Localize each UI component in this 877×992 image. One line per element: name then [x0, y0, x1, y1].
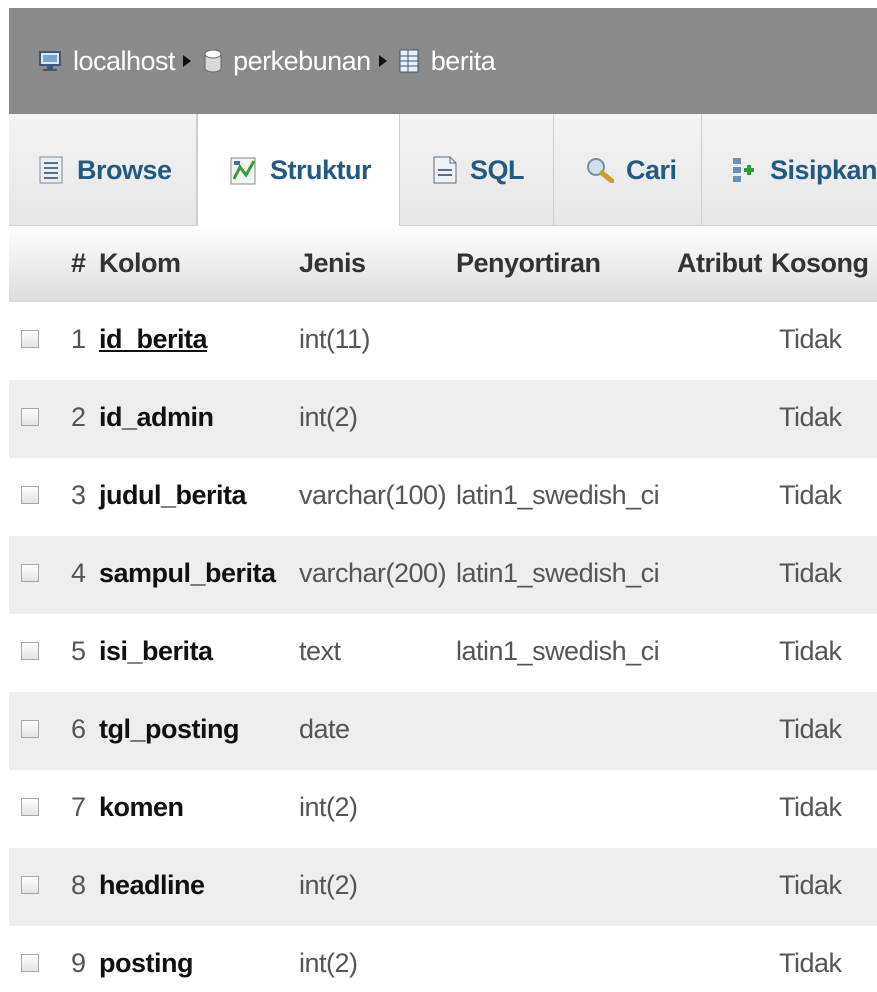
- column-collation: latin1_swedish_ci: [456, 558, 660, 588]
- tab-insert[interactable]: Sisipkan: [702, 114, 877, 226]
- tab-insert-label: Sisipkan: [770, 154, 877, 185]
- database-icon: [203, 49, 223, 73]
- row-number: 1: [71, 324, 86, 354]
- table-row[interactable]: 1 id_berita int(11) Tidak: [9, 302, 877, 380]
- column-collation: latin1_swedish_ci: [456, 636, 660, 666]
- breadcrumb-server-label: localhost: [73, 45, 176, 76]
- column-type: text: [299, 636, 341, 666]
- search-icon: [586, 157, 614, 183]
- breadcrumb-separator-icon: [378, 55, 387, 67]
- server-icon: [39, 50, 63, 72]
- table-row[interactable]: 7 komen int(2) Tidak: [9, 770, 877, 848]
- header-collation[interactable]: Penyortiran: [456, 248, 601, 279]
- row-number: 4: [71, 558, 86, 588]
- column-name-primary-key: id_berita: [99, 324, 208, 354]
- header-null[interactable]: Kosong: [771, 248, 869, 279]
- column-name: posting: [99, 948, 193, 978]
- header-attributes[interactable]: Atribut: [677, 248, 762, 279]
- column-null: Tidak: [779, 558, 842, 588]
- breadcrumb-table[interactable]: berita: [399, 46, 496, 77]
- row-number: 3: [71, 480, 86, 510]
- column-null: Tidak: [779, 714, 842, 744]
- column-type: varchar(200): [299, 558, 447, 588]
- column-name: id_admin: [99, 402, 214, 432]
- table-row[interactable]: 8 headline int(2) Tidak: [9, 848, 877, 926]
- breadcrumb-server[interactable]: localhost: [39, 45, 176, 77]
- column-type: int(2): [299, 792, 358, 822]
- header-num: #: [71, 248, 86, 278]
- column-null: Tidak: [779, 480, 842, 510]
- row-checkbox[interactable]: [21, 954, 39, 972]
- column-type: int(2): [299, 948, 358, 978]
- tab-structure-label: Struktur: [270, 155, 372, 185]
- column-type: int(11): [299, 324, 371, 354]
- table-row[interactable]: 9 posting int(2) Tidak: [9, 926, 877, 992]
- header-column[interactable]: Kolom: [99, 248, 181, 279]
- header-type[interactable]: Jenis: [299, 248, 366, 279]
- table-row[interactable]: 3 judul_berita varchar(100) latin1_swedi…: [9, 458, 877, 536]
- table-row[interactable]: 4 sampul_berita varchar(200) latin1_swed…: [9, 536, 877, 614]
- breadcrumb-separator-icon: [183, 55, 192, 67]
- column-name: judul_berita: [99, 480, 247, 510]
- row-number: 2: [71, 402, 86, 432]
- column-null: Tidak: [779, 792, 842, 822]
- table-row[interactable]: 6 tgl_posting date Tidak: [9, 692, 877, 770]
- tab-sql-label: SQL: [470, 154, 525, 185]
- column-name: sampul_berita: [99, 558, 276, 588]
- column-null: Tidak: [779, 402, 842, 432]
- sql-icon: [432, 156, 458, 184]
- breadcrumb-database-label: perkebunan: [233, 45, 371, 76]
- row-checkbox[interactable]: [21, 720, 39, 738]
- column-name: isi_berita: [99, 636, 213, 666]
- structure-icon: [230, 157, 258, 185]
- row-number: 9: [71, 948, 86, 978]
- insert-icon: [732, 156, 758, 184]
- column-type: date: [299, 714, 350, 744]
- tab-sql[interactable]: SQL: [400, 114, 554, 226]
- breadcrumb-database[interactable]: perkebunan: [203, 46, 371, 77]
- tab-bar: Browse Struktur SQL Cari Sisipkan: [9, 114, 877, 227]
- column-type: int(2): [299, 870, 358, 900]
- table-row[interactable]: 5 isi_berita text latin1_swedish_ci Tida…: [9, 614, 877, 692]
- column-null: Tidak: [779, 870, 842, 900]
- column-name: tgl_posting: [99, 714, 239, 744]
- row-checkbox[interactable]: [21, 486, 39, 504]
- column-collation: latin1_swedish_ci: [456, 480, 660, 510]
- column-null: Tidak: [779, 324, 842, 354]
- column-type: varchar(100): [299, 480, 447, 510]
- row-checkbox[interactable]: [21, 642, 39, 660]
- row-number: 8: [71, 870, 86, 900]
- column-type: int(2): [299, 402, 358, 432]
- row-number: 5: [71, 636, 86, 666]
- column-name: komen: [99, 792, 184, 822]
- browse-icon: [39, 156, 65, 184]
- tab-search[interactable]: Cari: [554, 114, 702, 226]
- row-checkbox[interactable]: [21, 330, 39, 348]
- table-icon: [399, 49, 421, 73]
- tab-search-label: Cari: [626, 154, 677, 185]
- breadcrumb: localhost perkebunan berita: [9, 8, 877, 114]
- table-row[interactable]: 2 id_admin int(2) Tidak: [9, 380, 877, 458]
- row-checkbox[interactable]: [21, 798, 39, 816]
- row-number: 6: [71, 714, 86, 744]
- row-checkbox[interactable]: [21, 876, 39, 894]
- tab-browse-label: Browse: [77, 154, 172, 185]
- table-header: # Kolom Jenis Penyortiran Atribut Kosong: [9, 226, 877, 302]
- column-null: Tidak: [779, 636, 842, 666]
- tab-browse[interactable]: Browse: [9, 114, 197, 226]
- column-null: Tidak: [779, 948, 842, 978]
- row-number: 7: [71, 792, 86, 822]
- column-name: headline: [99, 870, 205, 900]
- breadcrumb-table-label: berita: [430, 45, 496, 76]
- row-checkbox[interactable]: [21, 564, 39, 582]
- row-checkbox[interactable]: [21, 408, 39, 426]
- tab-structure[interactable]: Struktur: [197, 114, 400, 227]
